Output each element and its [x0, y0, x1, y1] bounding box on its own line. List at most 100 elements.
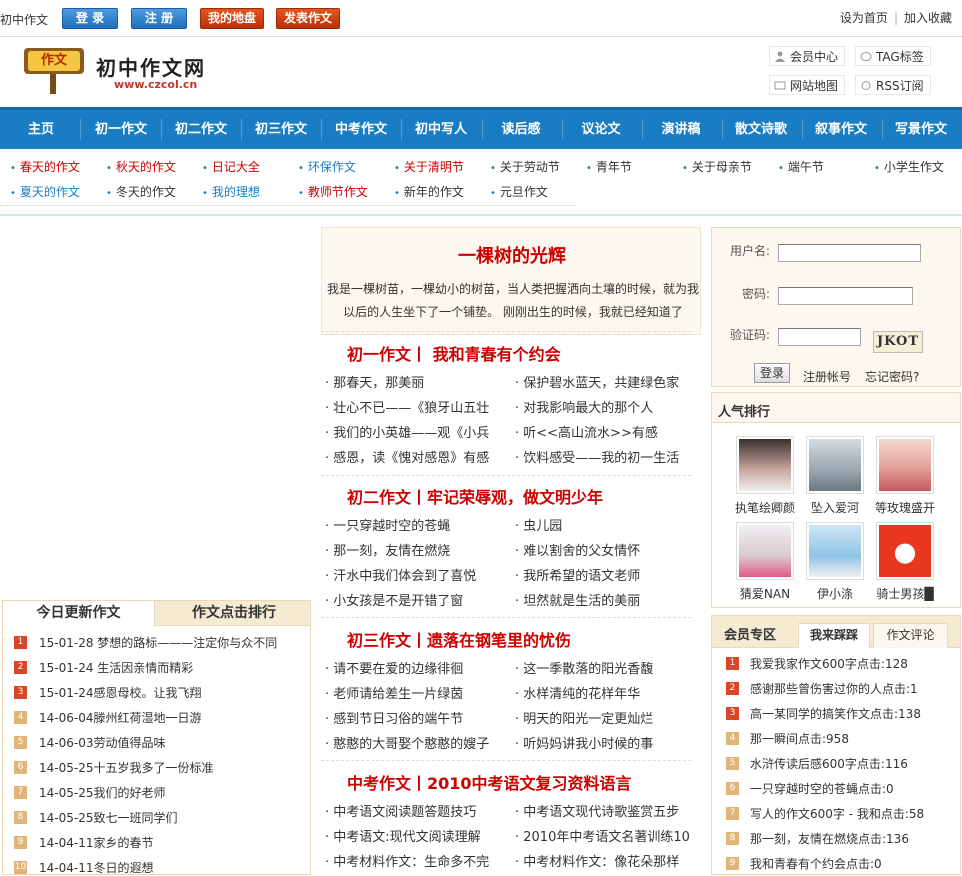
article-link[interactable]: · 中考材料作文：生命多不完 [325, 851, 505, 870]
nav-argument[interactable]: 议论文 [562, 110, 640, 149]
nav-scenery[interactable]: 写景作文 [882, 110, 960, 149]
favorite-link[interactable]: 加入收藏 [904, 11, 952, 25]
article-link[interactable]: · 虫儿园 [515, 515, 695, 534]
article-link[interactable]: · 中考语文现代诗歌鉴赏五步 [515, 801, 695, 820]
tag-link[interactable]: • 春天的作文 [10, 159, 80, 177]
tag-link[interactable]: • 日记大全 [202, 159, 260, 177]
article-link[interactable]: · 水样清纯的花样年华 [515, 683, 695, 702]
section-title[interactable]: 初三作文丨遗落在钢笔里的忧伤 [347, 627, 571, 651]
set-home-link[interactable]: 设为首页 [840, 11, 888, 25]
article-link[interactable]: · 我们的小英雄——观《小兵 [325, 422, 505, 441]
my-space-button[interactable]: 我的地盘 [200, 8, 264, 29]
rss-link[interactable]: RSS订阅 [855, 75, 931, 95]
tab-comments[interactable]: 作文评论 [873, 623, 948, 648]
tab-click-ranking[interactable]: 作文点击排行 [158, 601, 310, 626]
article-link[interactable]: · 听妈妈讲我小时候的事 [515, 733, 695, 752]
article-link[interactable]: · 小女孩是不是开错了窗 [325, 590, 505, 609]
tag-link[interactable]: • 冬天的作文 [106, 184, 176, 202]
list-item[interactable]: 一只穿越时空的苍蝇点击:0 [750, 780, 894, 797]
username[interactable]: 等玫瑰盛开 [865, 499, 945, 516]
list-item[interactable]: 14-04-11家乡的春节 [39, 834, 153, 851]
list-item[interactable]: 我和青春有个约会点击:0 [750, 855, 882, 872]
nav-speech[interactable]: 演讲稿 [642, 110, 720, 149]
list-item[interactable]: 14-06-03劳动值得品味 [39, 734, 165, 751]
publish-button[interactable]: 发表作文 [276, 8, 340, 29]
site-logo[interactable]: 作文 初中作文网 www.czcol.cn [20, 44, 220, 98]
tag-link[interactable]: • 小学生作文 [874, 159, 944, 177]
tag-link[interactable]: • 夏天的作文 [10, 184, 80, 202]
login-button[interactable]: 登 录 [62, 8, 118, 29]
list-item[interactable]: 那一瞬间点击:958 [750, 730, 849, 747]
article-link[interactable]: · 明天的阳光一定更灿烂 [515, 708, 695, 727]
list-item[interactable]: 15-01-24 生活因亲情而精彩 [39, 659, 193, 676]
article-link[interactable]: · 饮料感受——我的初一生活 [515, 447, 695, 466]
article-link[interactable]: · 保护碧水蓝天，共建绿色家 [515, 372, 695, 391]
article-link[interactable]: · 那一刻，友情在燃烧 [325, 540, 505, 559]
avatar[interactable] [806, 522, 864, 580]
list-item[interactable]: 感谢那些曾伤害过你的人点击:1 [750, 680, 918, 697]
nav-reviews[interactable]: 读后感 [482, 110, 560, 149]
avatar[interactable] [736, 522, 794, 580]
article-link[interactable]: · 我所希望的语文老师 [515, 565, 695, 584]
username[interactable]: 执笔绘卿颜 [725, 499, 805, 516]
list-item[interactable]: 15-01-28 梦想的路标———注定你与众不同 [39, 634, 277, 651]
username-input[interactable] [778, 244, 921, 262]
list-item[interactable]: 14-06-04滕州红荷湿地一日游 [39, 709, 201, 726]
avatar[interactable] [736, 436, 794, 494]
article-link[interactable]: · 感到节日习俗的端午节 [325, 708, 505, 727]
tag-link[interactable]: • 端午节 [778, 159, 824, 177]
article-link[interactable]: · 对我影响最大的那个人 [515, 397, 695, 416]
list-item[interactable]: 那一刻，友情在燃烧点击:136 [750, 830, 909, 847]
tag-link[interactable]: • 元旦作文 [490, 184, 548, 202]
tag-link[interactable]: • 关于清明节 [394, 159, 464, 177]
tag-link[interactable]: • 关于劳动节 [490, 159, 560, 177]
avatar[interactable] [876, 522, 934, 580]
article-link[interactable]: · 中考语文阅读题答题技巧 [325, 801, 505, 820]
forgot-password-link[interactable]: 忘记密码? [865, 368, 919, 385]
article-link[interactable]: · 感恩，读《愧对感恩》有感 [325, 447, 505, 466]
featured-article[interactable]: 一棵树的光辉 我是一棵树苗，一棵幼小的树苗，当人类把握洒向土壤的时候，就为我 以… [321, 227, 701, 335]
article-link[interactable]: · 请不要在爱的边缘徘徊 [325, 658, 505, 677]
article-link[interactable]: · 坦然就是生活的美丽 [515, 590, 695, 609]
list-item[interactable]: 15-01-24感恩母校。让我飞翔 [39, 684, 201, 701]
article-link[interactable]: · 那春天，那美丽 [325, 372, 505, 391]
article-link[interactable]: · 中考材料作文：像花朵那样 [515, 851, 695, 870]
avatar[interactable] [876, 436, 934, 494]
article-link[interactable]: · 中考语文:现代文阅读理解 [325, 826, 505, 845]
article-link[interactable]: · 一只穿越时空的苍蝇 [325, 515, 505, 534]
register-button[interactable]: 注 册 [131, 8, 187, 29]
tag-link[interactable]: • 秋天的作文 [106, 159, 176, 177]
list-item[interactable]: 14-05-25我们的好老师 [39, 784, 165, 801]
article-link[interactable]: · 难以割舍的父女情怀 [515, 540, 695, 559]
nav-grade1[interactable]: 初一作文 [82, 110, 160, 149]
avatar[interactable] [806, 436, 864, 494]
section-title[interactable]: 初一作文丨 我和青春有个约会 [347, 341, 561, 365]
nav-prose[interactable]: 散文诗歌 [722, 110, 800, 149]
article-link[interactable]: · 听<<高山流水>>有感 [515, 422, 695, 441]
list-item[interactable]: 14-05-25十五岁我多了一份标准 [39, 759, 213, 776]
login-submit-button[interactable]: 登录 [754, 363, 790, 383]
tag-link[interactable]: • 教师节作文 [298, 184, 368, 202]
nav-grade3[interactable]: 初三作文 [242, 110, 320, 149]
article-link[interactable]: · 壮心不已——《狼牙山五壮 [325, 397, 505, 416]
username[interactable]: 坠入爱河 [795, 499, 875, 516]
nav-narrative[interactable]: 叙事作文 [802, 110, 880, 149]
tab-step[interactable]: 我来踩踩 [798, 623, 870, 648]
list-item[interactable]: 14-04-11冬日的遐想 [39, 859, 153, 876]
featured-title[interactable]: 一棵树的光辉 [322, 242, 702, 268]
list-item[interactable]: 14-05-25致七一班同学们 [39, 809, 177, 826]
tag-link[interactable]: • 环保作文 [298, 159, 356, 177]
section-title[interactable]: 中考作文丨2010中考语文复习资料语言 [347, 770, 632, 794]
article-link[interactable]: · 2010年中考语文名著训练10 [515, 826, 695, 845]
username[interactable]: 伊小涤 [795, 585, 875, 602]
tag-link[interactable]: • 新年的作文 [394, 184, 464, 202]
password-input[interactable] [778, 287, 913, 305]
member-center-link[interactable]: 会员中心 [769, 46, 845, 66]
section-title[interactable]: 初二作文丨牢记荣辱观，做文明少年 [347, 484, 603, 508]
nav-home[interactable]: 主页 [8, 110, 74, 149]
register-account-link[interactable]: 注册帐号 [803, 368, 851, 385]
captcha-input[interactable] [778, 328, 861, 346]
username[interactable]: 猜爱NAN [725, 585, 805, 602]
tag-link[interactable]: • 关于母亲节 [682, 159, 752, 177]
tag-link[interactable]: • 青年节 [586, 159, 632, 177]
